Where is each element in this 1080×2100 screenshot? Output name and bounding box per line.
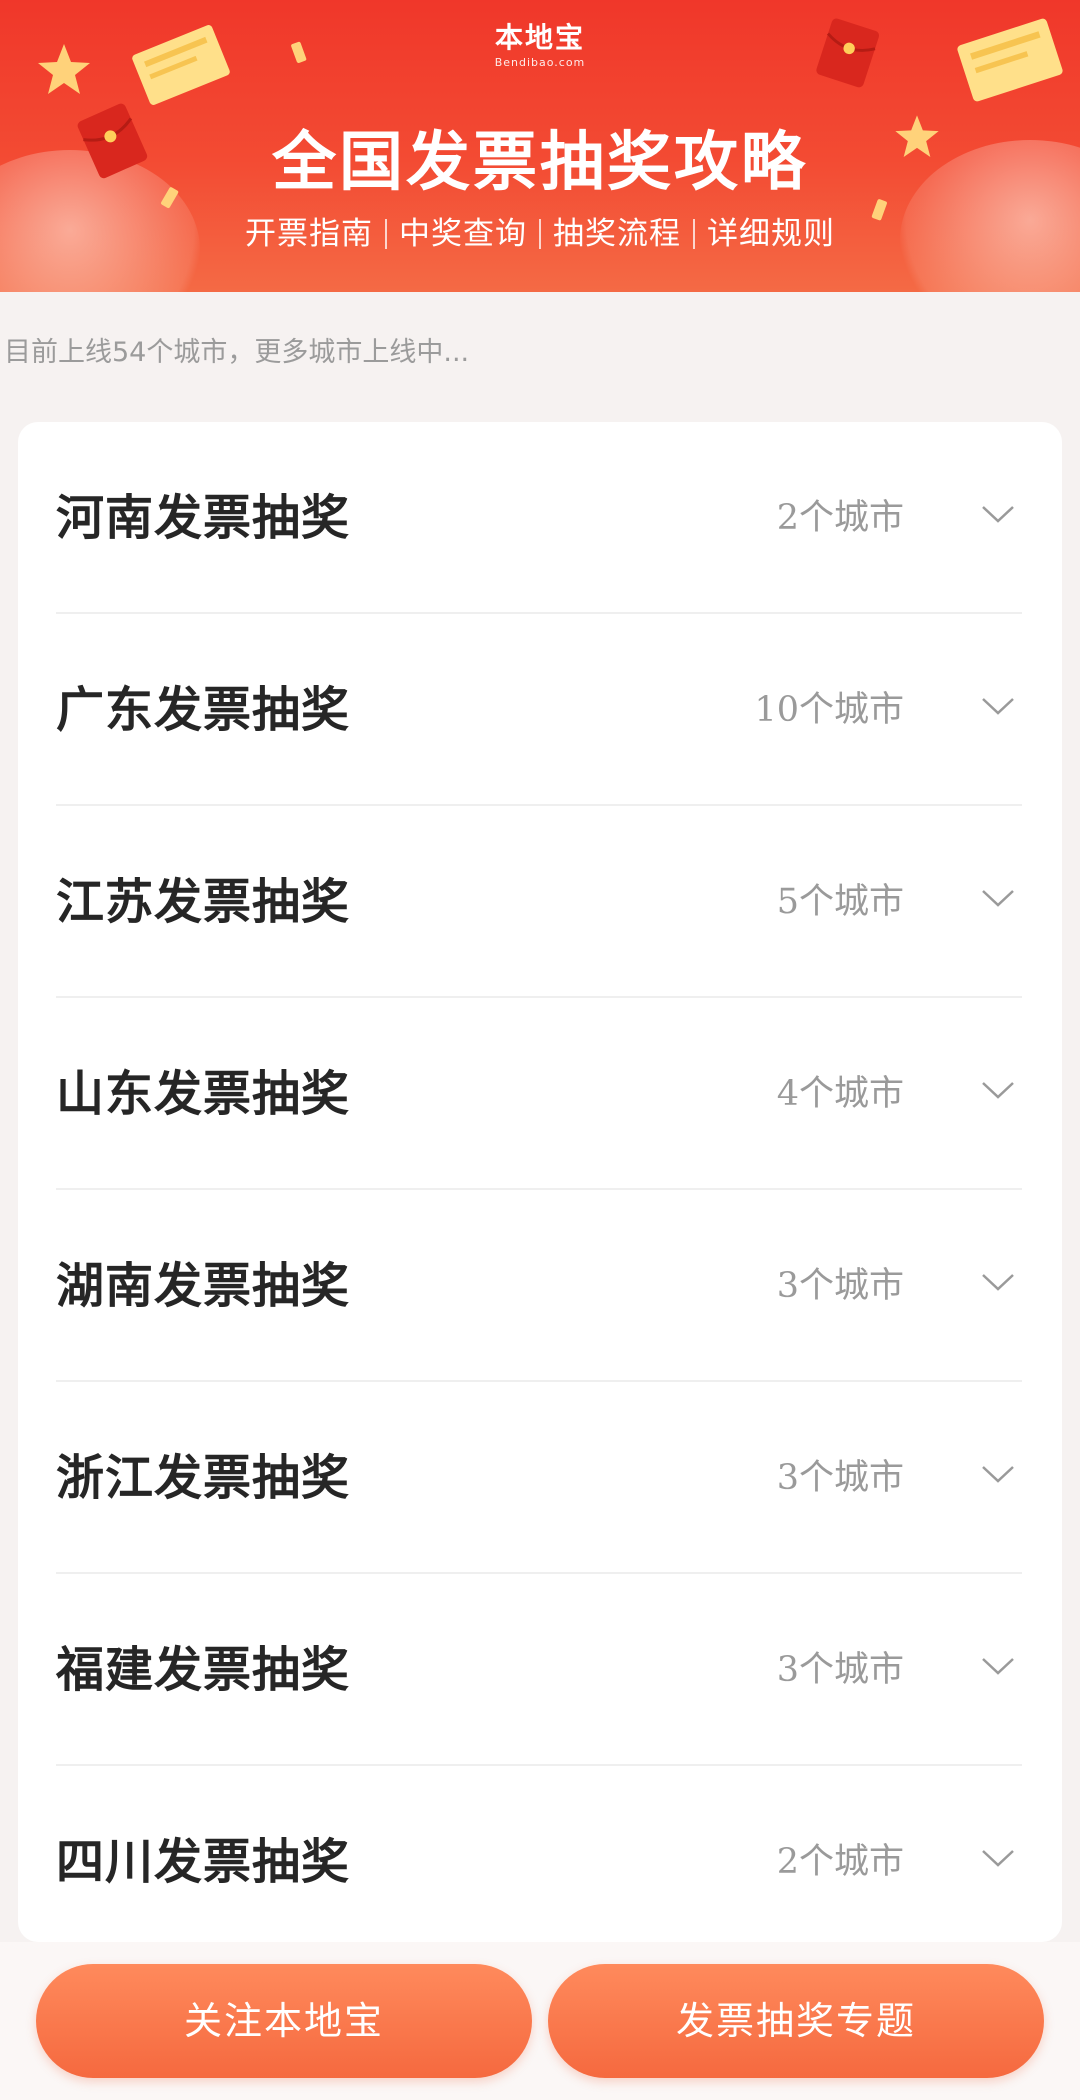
chevron-down-icon[interactable] (980, 1846, 1016, 1870)
province-item-jiangsu[interactable]: 江苏发票抽奖 5个城市 (56, 806, 1022, 998)
chevron-down-icon[interactable] (980, 886, 1016, 910)
chevron-down-icon[interactable] (980, 1462, 1016, 1486)
city-count: 3个城市 (776, 1650, 904, 1690)
province-name: 湖南发票抽奖 (56, 1258, 351, 1314)
logo-text: 本地宝 (494, 21, 585, 54)
province-name: 江苏发票抽奖 (56, 874, 351, 930)
nav-separator (539, 219, 541, 249)
province-item-shandong[interactable]: 山东发票抽奖 4个城市 (56, 998, 1022, 1190)
province-item-zhejiang[interactable]: 浙江发票抽奖 3个城市 (56, 1382, 1022, 1574)
chevron-down-icon[interactable] (980, 1078, 1016, 1102)
province-item-guangdong[interactable]: 广东发票抽奖 10个城市 (56, 614, 1022, 806)
nav-link-lottery-process[interactable]: 抽奖流程 (553, 214, 681, 254)
chevron-down-icon[interactable] (980, 502, 1016, 526)
province-item-sichuan[interactable]: 四川发票抽奖 2个城市 (56, 1766, 1022, 1958)
province-name: 广东发票抽奖 (56, 682, 351, 738)
province-item-hunan[interactable]: 湖南发票抽奖 3个城市 (56, 1190, 1022, 1382)
banner-nav: 开票指南 中奖查询 抽奖流程 详细规则 (0, 214, 1080, 254)
page-title: 全国发票抽奖攻略 (272, 126, 808, 200)
chevron-down-icon[interactable] (980, 1654, 1016, 1678)
logo-subtext: Bendibao.com (494, 56, 586, 69)
nav-link-invoice-guide[interactable]: 开票指南 (245, 214, 373, 254)
province-item-fujian[interactable]: 福建发票抽奖 3个城市 (56, 1574, 1022, 1766)
nav-link-winning-query[interactable]: 中奖查询 (399, 214, 527, 254)
city-count: 3个城市 (776, 1266, 904, 1306)
chevron-down-icon[interactable] (980, 694, 1016, 718)
bendibao-logo: 本地宝 Bendibao.com (0, 20, 1080, 70)
province-name: 福建发票抽奖 (56, 1642, 351, 1698)
city-count: 4个城市 (776, 1074, 904, 1114)
invoice-lottery-topic-button[interactable]: 发票抽奖专题 (548, 1964, 1044, 2078)
province-name: 山东发票抽奖 (56, 1066, 351, 1122)
province-name: 河南发票抽奖 (56, 490, 351, 546)
city-count: 2个城市 (776, 498, 904, 538)
city-count: 5个城市 (776, 882, 904, 922)
bottom-action-bar: 关注本地宝 发票抽奖专题 (0, 1942, 1080, 2100)
city-count-notice: 目前上线54个城市，更多城市上线中... (4, 337, 470, 368)
chevron-down-icon[interactable] (980, 1270, 1016, 1294)
follow-bendibao-button[interactable]: 关注本地宝 (36, 1964, 532, 2078)
city-count: 3个城市 (776, 1458, 904, 1498)
province-item-henan[interactable]: 河南发票抽奖 2个城市 (56, 422, 1022, 614)
province-name: 浙江发票抽奖 (56, 1450, 351, 1506)
city-count: 2个城市 (776, 1842, 904, 1882)
province-list: 河南发票抽奖 2个城市 广东发票抽奖 10个城市 江苏发票抽奖 5个城市 山东发… (18, 422, 1062, 1942)
nav-link-detailed-rules[interactable]: 详细规则 (707, 214, 835, 254)
nav-separator (693, 219, 695, 249)
city-count: 10个城市 (754, 690, 904, 730)
province-name: 四川发票抽奖 (56, 1834, 351, 1890)
nav-separator (385, 219, 387, 249)
header-banner: 本地宝 Bendibao.com 全国发票抽奖攻略 开票指南 中奖查询 抽奖流程… (0, 0, 1080, 292)
